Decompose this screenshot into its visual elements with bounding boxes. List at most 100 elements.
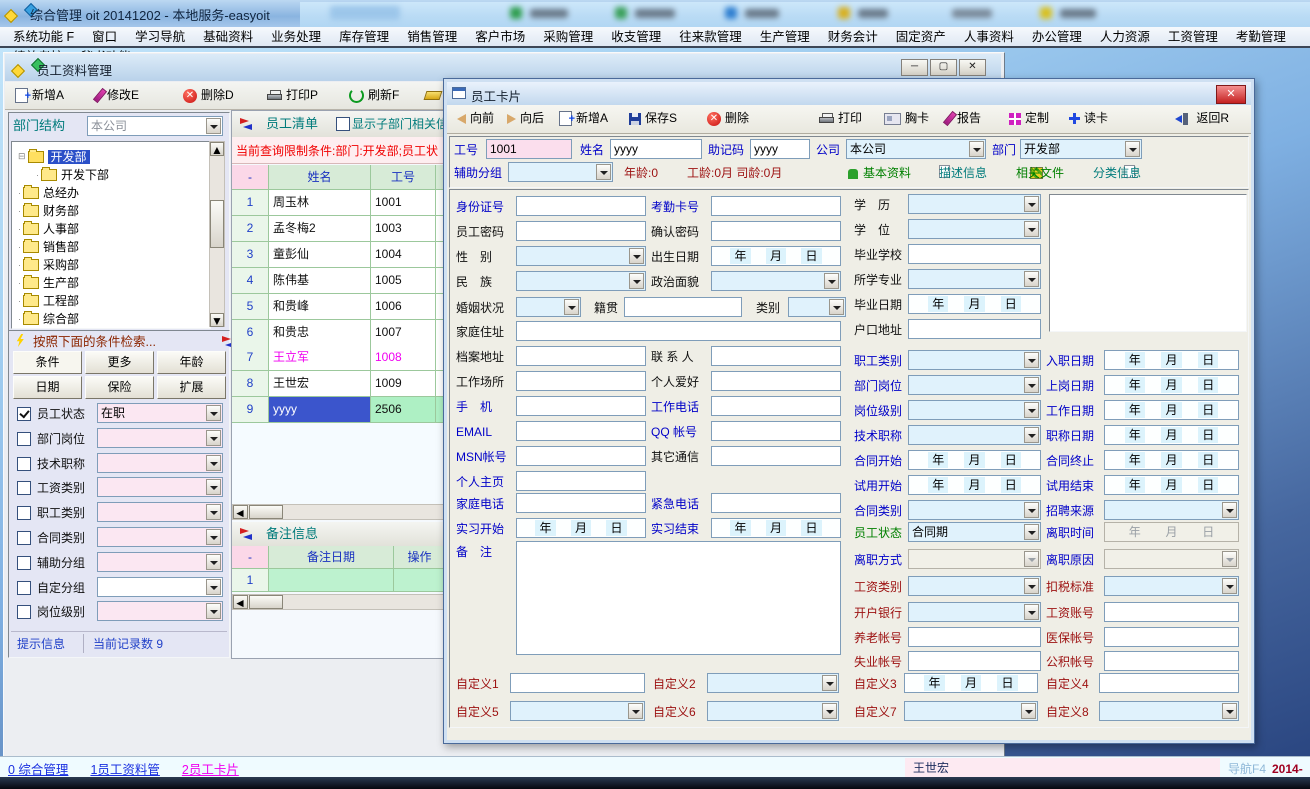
employee-name-cell[interactable]: 和贵峰 (269, 294, 371, 320)
tree-item[interactable]: ·综合部 (18, 310, 79, 326)
employee-id-cell[interactable]: 1008 (371, 345, 436, 371)
subdept-checkbox[interactable] (336, 117, 350, 131)
c6-select[interactable] (707, 701, 839, 721)
internend-datefield[interactable]: 年月日 (711, 518, 841, 538)
c4-input[interactable] (1099, 673, 1239, 693)
menu-item[interactable]: 窗口 (83, 27, 126, 47)
tree-item[interactable]: ·采购部 (18, 256, 79, 272)
birthdate-datefield[interactable]: 年月日 (711, 246, 841, 266)
c7-select[interactable] (904, 701, 1038, 721)
school-input[interactable] (908, 244, 1041, 264)
main-window-titlebar[interactable]: 员工资料管理 ─ ▢ ✕ (5, 54, 1001, 81)
email-input[interactable] (516, 421, 646, 441)
chevron-down-icon[interactable] (564, 299, 579, 315)
contracttype-select[interactable] (908, 500, 1041, 520)
chevron-down-icon[interactable] (1222, 502, 1237, 518)
unemploy-input[interactable] (908, 651, 1041, 671)
major-select[interactable] (908, 269, 1041, 289)
row-number[interactable]: 3 (232, 242, 269, 268)
filter-select-职工类别[interactable] (97, 502, 223, 522)
empcat-select[interactable] (908, 350, 1041, 370)
menu-item[interactable]: 人事资料 (955, 27, 1023, 47)
swap-icon[interactable] (238, 528, 254, 540)
empstatus-select[interactable]: 合同期 (908, 522, 1041, 542)
deptpos-select[interactable] (908, 375, 1041, 395)
contact-input[interactable] (711, 346, 841, 366)
menu-item[interactable]: 人力资源 (1091, 27, 1159, 47)
filter-select-技术职称[interactable] (97, 453, 223, 473)
filter-checkbox-岗位级别[interactable] (17, 605, 31, 619)
chevron-down-icon[interactable] (1024, 427, 1039, 443)
employee-id-cell[interactable]: 1009 (371, 371, 436, 397)
task-item[interactable]: 0 综合管理 (8, 759, 68, 778)
filter-checkbox-自定分组[interactable] (17, 581, 31, 595)
chevron-down-icon[interactable] (822, 703, 837, 719)
tree-item[interactable]: ·销售部 (18, 238, 79, 254)
chevron-down-icon[interactable] (206, 479, 221, 495)
hobby-input[interactable] (711, 371, 841, 391)
row-number[interactable]: 1 (232, 190, 269, 216)
menu-item[interactable]: 基础资料 (194, 27, 262, 47)
chevron-down-icon[interactable] (206, 603, 221, 619)
graddate-datefield[interactable]: 年月日 (908, 294, 1041, 314)
native-input[interactable] (624, 297, 742, 317)
employee-id-cell[interactable]: 1001 (371, 190, 436, 216)
filter-select-工资类别[interactable] (97, 477, 223, 497)
menu-item[interactable]: 财务会计 (819, 27, 887, 47)
menu-item[interactable]: 系统功能 F (4, 27, 83, 47)
chevron-down-icon[interactable] (824, 273, 839, 289)
tree-collapse-icon[interactable]: ⊟ (18, 151, 26, 161)
tree-item[interactable]: ·生产部 (18, 274, 79, 290)
ethnic-select[interactable] (516, 271, 646, 291)
row-number[interactable]: 4 (232, 268, 269, 294)
chevron-down-icon[interactable] (206, 405, 221, 421)
homepage-input[interactable] (516, 471, 646, 491)
c8-select[interactable] (1099, 701, 1239, 721)
menu-item[interactable]: 办公管理 (1023, 27, 1091, 47)
employee-name-cell[interactable]: 孟冬梅2 (269, 216, 371, 242)
c1-input[interactable] (510, 673, 645, 693)
politics-select[interactable] (711, 271, 841, 291)
notes-hscroll[interactable]: ◄ (232, 594, 446, 610)
filter-button-扩展[interactable]: 扩展 (157, 376, 226, 399)
task-item[interactable]: 1员工资料管 (90, 759, 159, 778)
tree-item[interactable]: ⊟开发部 (18, 148, 90, 164)
qq-input[interactable] (711, 421, 841, 441)
tree-item[interactable]: ·开发下部 (36, 166, 109, 182)
filter-checkbox-工资类别[interactable] (17, 481, 31, 495)
dept-combo[interactable]: 本公司 (87, 116, 223, 136)
row-number[interactable]: 9 (232, 397, 269, 423)
employee-name-cell[interactable]: 和贵忠 (269, 320, 371, 346)
chevron-down-icon[interactable] (206, 455, 221, 471)
chevron-down-icon[interactable] (1024, 604, 1039, 620)
close-window-button[interactable]: ✕ (959, 59, 986, 76)
salarytype-select[interactable] (908, 576, 1041, 596)
menu-item[interactable]: 收支管理 (602, 27, 670, 47)
chevron-down-icon[interactable] (629, 273, 644, 289)
filter-checkbox-员工状态[interactable] (17, 407, 31, 421)
chevron-down-icon[interactable] (1024, 352, 1039, 368)
tree-item[interactable]: ·工程部 (18, 292, 79, 308)
chevron-down-icon[interactable] (206, 118, 221, 134)
menu-item[interactable]: 库存管理 (330, 27, 398, 47)
chevron-down-icon[interactable] (1024, 502, 1039, 518)
chevron-down-icon[interactable] (206, 579, 221, 595)
hukou-input[interactable] (908, 319, 1041, 339)
swap-icon[interactable] (238, 118, 254, 130)
minimize-button[interactable]: ─ (901, 59, 928, 76)
chevron-down-icon[interactable] (206, 554, 221, 570)
chevron-down-icon[interactable] (829, 299, 844, 315)
chevron-down-icon[interactable] (206, 504, 221, 520)
emergphone-input[interactable] (711, 493, 841, 513)
chevron-down-icon[interactable] (1024, 402, 1039, 418)
scroll-left-button[interactable]: ◄ (233, 505, 248, 519)
chevron-down-icon[interactable] (822, 675, 837, 691)
education-select[interactable] (908, 194, 1041, 214)
filter-select-自定分组[interactable] (97, 577, 223, 597)
employee-id-cell[interactable]: 1006 (371, 294, 436, 320)
c2-select[interactable] (707, 673, 839, 693)
filter-checkbox-辅助分组[interactable] (17, 556, 31, 570)
bank-select[interactable] (908, 602, 1041, 622)
row-number[interactable]: 8 (232, 371, 269, 397)
c5-select[interactable] (510, 701, 645, 721)
